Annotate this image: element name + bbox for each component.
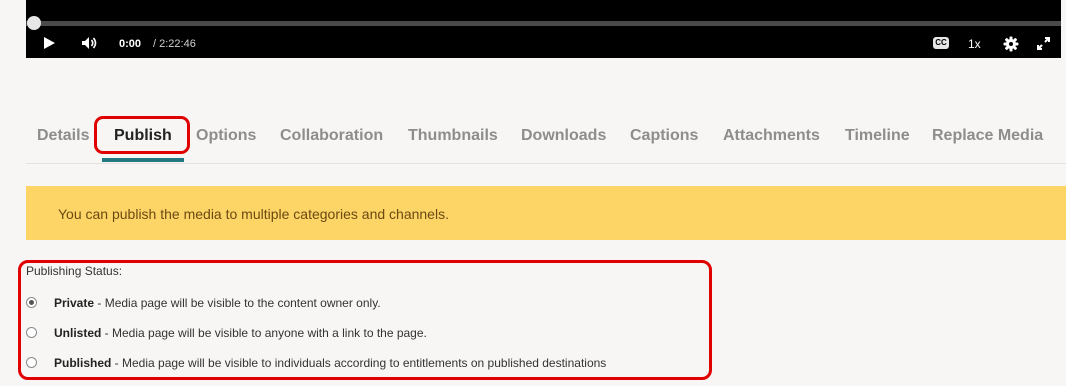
playback-speed-button[interactable]: 1x bbox=[968, 37, 981, 51]
fullscreen-button[interactable] bbox=[1036, 36, 1051, 51]
play-icon bbox=[44, 37, 55, 49]
total-time: / 2:22:46 bbox=[153, 38, 196, 50]
option-description: - Media page will be visible to the cont… bbox=[94, 296, 381, 310]
radio-private[interactable] bbox=[26, 297, 37, 308]
tab-collaboration[interactable]: Collaboration bbox=[280, 127, 383, 145]
tab-replace-media[interactable]: Replace Media bbox=[932, 127, 1043, 145]
option-name: Private bbox=[54, 296, 95, 310]
alert-message: You can publish the media to multiple ca… bbox=[58, 206, 449, 222]
current-time: 0:00 bbox=[119, 38, 142, 50]
tab-options[interactable]: Options bbox=[196, 127, 256, 145]
radio-label-unlisted: Unlisted - Media page will be visible to… bbox=[54, 326, 427, 340]
tab-attachments[interactable]: Attachments bbox=[723, 127, 820, 145]
closed-captions-button[interactable]: CC bbox=[933, 37, 949, 49]
radio-unlisted[interactable] bbox=[26, 327, 37, 338]
video-player[interactable]: 0:00 / 2:22:46 CC 1x bbox=[26, 0, 1061, 58]
fullscreen-icon bbox=[1037, 37, 1050, 50]
tab-captions[interactable]: Captions bbox=[630, 127, 698, 145]
gear-icon bbox=[1003, 36, 1019, 52]
play-button[interactable] bbox=[42, 36, 56, 50]
publish-tab-highlight bbox=[94, 116, 190, 154]
progress-scrubber[interactable] bbox=[27, 16, 41, 30]
cc-icon: CC bbox=[935, 38, 947, 47]
option-name: Published bbox=[54, 356, 112, 370]
tab-timeline[interactable]: Timeline bbox=[845, 127, 910, 145]
info-alert: You can publish the media to multiple ca… bbox=[26, 186, 1066, 240]
option-description: - Media page will be visible to individu… bbox=[111, 356, 607, 370]
progress-bar[interactable] bbox=[26, 21, 1061, 26]
tab-details[interactable]: Details bbox=[37, 127, 89, 145]
radio-label-published: Published - Media page will be visible t… bbox=[54, 356, 606, 370]
volume-button[interactable] bbox=[81, 36, 99, 50]
tab-thumbnails[interactable]: Thumbnails bbox=[408, 127, 498, 145]
volume-icon bbox=[82, 37, 97, 49]
radio-label-private: Private - Media page will be visible to … bbox=[54, 296, 381, 310]
radio-published[interactable] bbox=[26, 357, 37, 368]
tab-downloads[interactable]: Downloads bbox=[521, 127, 606, 145]
option-name: Unlisted bbox=[54, 326, 102, 340]
option-description: - Media page will be visible to anyone w… bbox=[101, 326, 427, 340]
settings-button[interactable] bbox=[1003, 36, 1019, 52]
publishing-status-label: Publishing Status: bbox=[26, 264, 123, 278]
active-tab-indicator bbox=[102, 158, 184, 162]
